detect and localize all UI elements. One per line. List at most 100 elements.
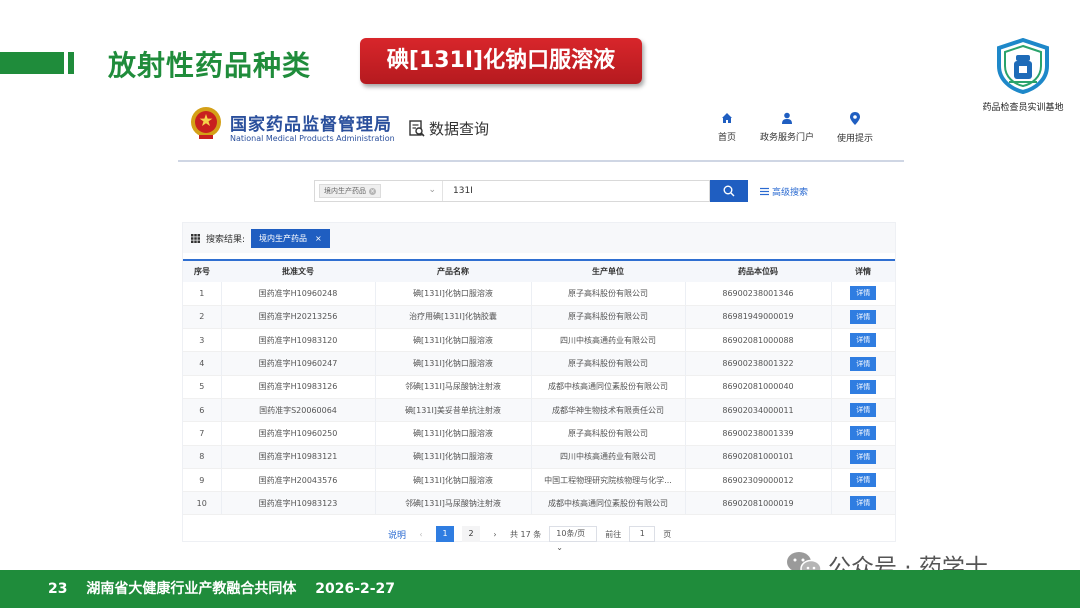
title-decoration-bar — [0, 52, 64, 74]
row-index: 7 — [183, 421, 222, 446]
footer-date: 2026-2-27 — [315, 581, 396, 597]
drug-code: 86902309000012 — [685, 468, 832, 493]
approval-number: 国药准字H10960247 — [221, 351, 376, 376]
chevron-down-icon[interactable]: ⌄ — [428, 185, 436, 195]
detail-button[interactable]: 详情 — [850, 286, 877, 301]
drug-code: 86900238001346 — [685, 282, 832, 306]
detail-button[interactable]: 详情 — [850, 379, 877, 394]
manufacturer: 成都中核高通同位素股份有限公司 — [531, 491, 686, 516]
product-name: 碘[131I]化钠口服溶液 — [375, 468, 532, 493]
detail-cell: 详情 — [831, 328, 895, 353]
pin-icon — [850, 112, 860, 125]
category-select[interactable]: 境内生产药品 × ⌄ — [315, 181, 443, 201]
approval-number: 国药准字H10960248 — [221, 282, 376, 306]
table-row: 4 国药准字H10960247 碘[131I]化钠口服溶液 原子高科股份有限公司 869… — [183, 351, 895, 376]
page-number: 23 — [48, 581, 68, 597]
slide-title: 放射性药品种类 — [108, 49, 312, 82]
table-row: 8 国药准字H10983121 碘[131I]化钠口服溶液 四川中核高通药业有限公司 8… — [183, 445, 895, 469]
product-name: 碘[131I]化钠口服溶液 — [375, 421, 532, 446]
page-unit: 页 — [663, 529, 672, 539]
detail-cell: 详情 — [831, 351, 895, 376]
shield-logo-icon — [997, 37, 1049, 95]
approval-number: 国药准字H20213256 — [221, 305, 376, 330]
product-name: 碘[131I]化钠口服溶液 — [375, 351, 532, 376]
total-count: 共 17 条 — [510, 529, 542, 539]
site-name[interactable]: 国家药品监督管理局 — [230, 110, 392, 135]
detail-cell: 详情 — [831, 282, 895, 306]
advanced-search-label: 高级搜索 — [772, 187, 809, 198]
table-row: 2 国药准字H20213256 治疗用碘[131I]化钠胶囊 原子高科股份有限公司 86… — [183, 305, 895, 330]
product-name: 治疗用碘[131I]化钠胶囊 — [375, 305, 532, 330]
table-row: 7 国药准字H10960250 碘[131I]化钠口服溶液 原子高科股份有限公司 869… — [183, 421, 895, 446]
detail-button[interactable]: 详情 — [850, 449, 877, 464]
detail-button[interactable]: 详情 — [850, 309, 877, 324]
footer-bar: 23 湖南省大健康行业产教融合共同体 2026-2-27 — [0, 570, 1080, 608]
slide: 放射性药品种类 碘[131I]化钠口服溶液 药品检查员实训基地 国家药品监督管理… — [0, 0, 1080, 608]
search-input[interactable] — [443, 181, 709, 201]
drug-code: 86902034000011 — [685, 398, 832, 423]
table-header-row: 序号 批准文号 产品名称 生产单位 药品本位码 详情 — [183, 260, 895, 282]
nav-gov-service-portal[interactable]: 政务服务门户 — [752, 112, 822, 143]
page-button-1[interactable]: 1 — [436, 526, 455, 542]
drug-code: 86981949000019 — [685, 305, 832, 330]
drug-code: 86900238001322 — [685, 351, 832, 376]
drug-code: 86902081000040 — [685, 375, 832, 399]
drug-code: 86900238001339 — [685, 421, 832, 446]
manufacturer: 原子高科股份有限公司 — [531, 351, 686, 376]
approval-number: 国药准字H20043576 — [221, 468, 376, 493]
advanced-search-link[interactable]: 高级搜索 — [760, 185, 808, 198]
row-index: 3 — [183, 328, 222, 353]
approval-number: 国药准字H10983123 — [221, 491, 376, 516]
detail-button[interactable]: 详情 — [850, 496, 877, 511]
tag-close-icon[interactable]: × — [315, 234, 322, 243]
data-query-title[interactable]: 数据查询 — [408, 118, 489, 139]
page-button-2[interactable]: 2 — [462, 526, 481, 542]
help-link[interactable]: 说明 — [388, 528, 406, 541]
next-page-icon[interactable]: › — [488, 530, 502, 539]
drug-name-badge: 碘[131I]化钠口服溶液 — [360, 38, 642, 84]
page-size-value: 10条/页 — [556, 529, 586, 538]
row-index: 1 — [183, 282, 222, 306]
site-header: 国家药品监督管理局 National Medical Products Admi… — [178, 98, 904, 160]
active-filter-tag[interactable]: 境内生产药品 × — [251, 228, 330, 248]
goto-page-input[interactable]: 1 — [629, 526, 656, 542]
results-table: 序号 批准文号 产品名称 生产单位 药品本位码 详情 1 国药准字H1096024… — [183, 259, 895, 516]
result-label: 搜索结果: — [206, 234, 246, 245]
drug-code: 86902081000019 — [685, 491, 832, 516]
table-row: 9 国药准字H20043576 碘[131I]化钠口服溶液 中国工程物理研究院核物理与… — [183, 468, 895, 493]
approval-number: 国药准字H10960250 — [221, 421, 376, 446]
training-base-logo: 药品检查员实训基地 — [978, 37, 1068, 113]
product-name: 碘[131I]化钠口服溶液 — [375, 445, 532, 469]
chip-close-icon[interactable]: × — [369, 187, 376, 195]
detail-cell: 详情 — [831, 398, 895, 423]
page-size-select[interactable]: 10条/页 ⌄ — [549, 526, 598, 552]
document-search-icon — [409, 119, 425, 137]
table-row: 1 国药准字H10960248 碘[131I]化钠口服溶液 原子高科股份有限公司 869… — [183, 282, 895, 306]
column-header: 药品本位码 — [738, 267, 778, 276]
home-icon — [722, 113, 732, 123]
manufacturer: 成都中核高通同位素股份有限公司 — [531, 375, 686, 399]
row-index: 6 — [183, 398, 222, 423]
row-index: 10 — [183, 491, 222, 516]
detail-cell: 详情 — [831, 468, 895, 493]
nav-home-label: 首页 — [717, 133, 736, 143]
detail-button[interactable]: 详情 — [850, 403, 877, 418]
column-header: 生产单位 — [592, 267, 624, 276]
detail-button[interactable]: 详情 — [850, 473, 877, 488]
manufacturer: 原子高科股份有限公司 — [531, 282, 686, 306]
result-bar: 搜索结果: 境内生产药品 × — [183, 223, 895, 253]
prev-page-icon[interactable]: ‹ — [414, 530, 428, 539]
detail-button[interactable]: 详情 — [850, 426, 877, 441]
detail-button[interactable]: 详情 — [850, 333, 877, 348]
product-name: 碘[131I]美妥昔单抗注射液 — [375, 398, 532, 423]
column-header: 产品名称 — [437, 267, 469, 276]
product-name: 碘[131I]化钠口服溶液 — [375, 282, 532, 306]
detail-button[interactable]: 详情 — [850, 356, 877, 371]
search-box: 境内生产药品 × ⌄ — [314, 180, 710, 202]
site-name-en: National Medical Products Administration — [230, 134, 395, 143]
table-row: 10 国药准字H10983123 邻碘[131I]马尿酸钠注射液 成都中核高通同位素股… — [183, 491, 895, 516]
search-button[interactable] — [710, 180, 748, 202]
nav-gov-service-label: 政务服务门户 — [759, 133, 814, 143]
logo-caption: 药品检查员实训基地 — [982, 103, 1064, 113]
nav-usage-tips[interactable]: 使用提示 — [820, 112, 890, 144]
